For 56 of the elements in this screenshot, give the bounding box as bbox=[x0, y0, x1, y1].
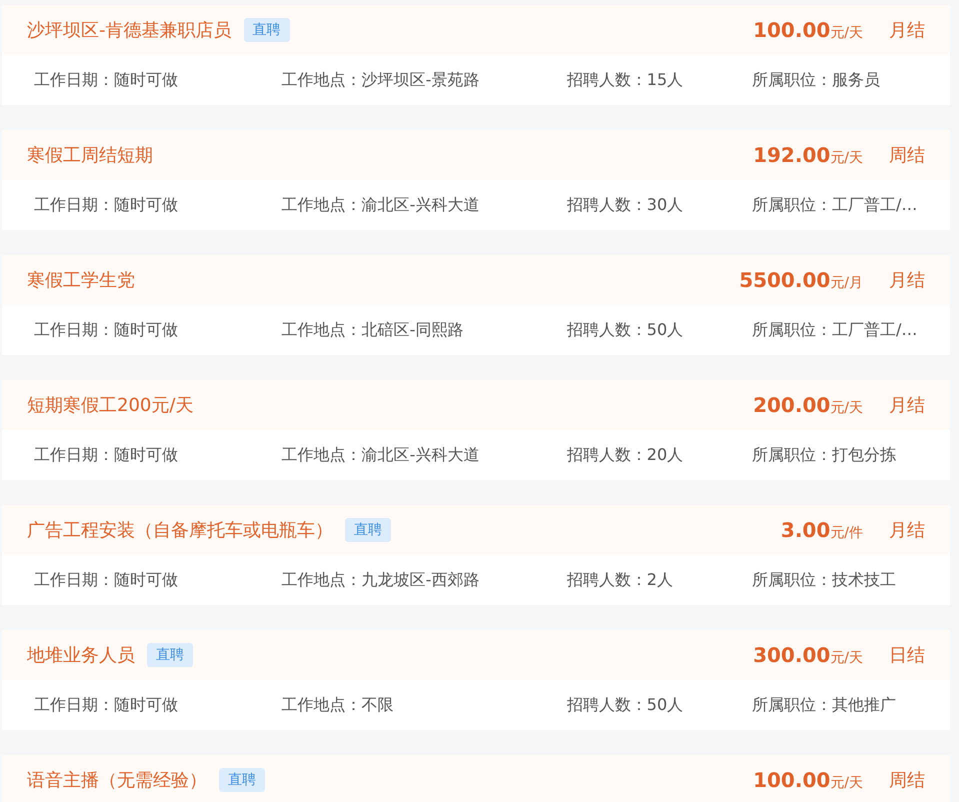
job-card[interactable]: 寒假工学生党 5500.00元/月 月结 工作日期：随时可做 工作地点：北碚区-同熙路 招聘人数：50人 所属职位：工厂普工/… bbox=[2, 255, 950, 355]
job-detail: 招聘人数：2人 bbox=[566, 569, 674, 591]
job-detail: 所属职位：其他推广 bbox=[752, 694, 897, 716]
job-detail: 招聘人数：30人 bbox=[566, 194, 684, 216]
job-detail: 所属职位：技术技工 bbox=[752, 569, 897, 591]
settlement-type: 月结 bbox=[889, 268, 925, 292]
job-title[interactable]: 寒假工周结短期 bbox=[27, 142, 153, 168]
direct-hire-tag: 直聘 bbox=[345, 518, 391, 542]
job-detail: 工作地点：沙坪坝区-景苑路 bbox=[282, 69, 480, 91]
job-title[interactable]: 语音主播（无需经验） bbox=[27, 766, 207, 794]
settlement-type: 日结 bbox=[889, 644, 925, 668]
salary: 5500.00元/月 bbox=[739, 267, 863, 294]
job-detail: 所属职位：打包分拣 bbox=[752, 444, 897, 466]
job-card[interactable]: 语音主播（无需经验） 直聘 100.00元/天 周结 bbox=[2, 755, 950, 802]
settlement-type: 周结 bbox=[889, 144, 925, 168]
job-detail: 招聘人数：20人 bbox=[566, 444, 684, 466]
settlement-type: 周结 bbox=[889, 768, 925, 792]
salary: 100.00元/天 bbox=[753, 17, 863, 44]
settlement-type: 月结 bbox=[889, 394, 925, 418]
job-title[interactable]: 广告工程安装（自备摩托车或电瓶车） bbox=[27, 516, 333, 544]
job-detail: 工作日期：随时可做 bbox=[34, 69, 179, 91]
job-detail: 所属职位：工厂普工/… bbox=[752, 319, 918, 341]
job-detail: 工作日期：随时可做 bbox=[34, 694, 179, 716]
settlement-type: 月结 bbox=[889, 518, 925, 542]
direct-hire-tag: 直聘 bbox=[147, 643, 193, 667]
job-detail: 招聘人数：50人 bbox=[566, 694, 684, 716]
job-title[interactable]: 沙坪坝区-肯德基兼职店员 bbox=[27, 16, 232, 44]
salary: 100.00元/天 bbox=[753, 767, 863, 794]
job-card[interactable]: 短期寒假工200元/天 200.00元/天 月结 工作日期：随时可做 工作地点：渝北区-兴科大道 招聘人数：20人 所属职位：打包分拣 bbox=[2, 380, 950, 480]
job-detail: 工作地点：北碚区-同熙路 bbox=[282, 319, 464, 341]
job-title[interactable]: 短期寒假工200元/天 bbox=[27, 392, 194, 418]
job-detail: 工作日期：随时可做 bbox=[34, 319, 179, 341]
job-detail: 工作地点：渝北区-兴科大道 bbox=[282, 194, 480, 216]
direct-hire-tag: 直聘 bbox=[244, 18, 290, 42]
job-detail: 工作地点：渝北区-兴科大道 bbox=[282, 444, 480, 466]
job-detail: 工作日期：随时可做 bbox=[34, 569, 179, 591]
job-title[interactable]: 寒假工学生党 bbox=[27, 266, 135, 294]
job-detail: 工作地点：九龙坡区-西郊路 bbox=[282, 569, 480, 591]
job-card[interactable]: 寒假工周结短期 192.00元/天 周结 工作日期：随时可做 工作地点：渝北区-兴科大道 招聘人数：30人 所属职位：工厂普工/… bbox=[2, 130, 950, 230]
settlement-type: 月结 bbox=[889, 18, 925, 42]
direct-hire-tag: 直聘 bbox=[219, 768, 265, 792]
job-detail: 招聘人数：15人 bbox=[566, 69, 684, 91]
job-detail: 所属职位：服务员 bbox=[752, 69, 881, 91]
job-detail: 工作日期：随时可做 bbox=[34, 194, 179, 216]
job-card[interactable]: 广告工程安装（自备摩托车或电瓶车） 直聘 3.00元/件 月结 工作日期：随时可做 工作地点：九龙坡区-西郊路 招聘人数：2人 所属职位：技术技工 bbox=[2, 505, 950, 605]
job-detail: 所属职位：工厂普工/… bbox=[752, 194, 918, 216]
salary: 300.00元/天 bbox=[753, 642, 863, 669]
salary: 3.00元/件 bbox=[780, 517, 863, 544]
salary: 192.00元/天 bbox=[753, 142, 863, 169]
salary: 200.00元/天 bbox=[753, 392, 863, 419]
job-detail: 工作地点：不限 bbox=[282, 694, 395, 716]
job-title[interactable]: 地堆业务人员 bbox=[27, 642, 135, 668]
job-detail: 招聘人数：50人 bbox=[566, 319, 684, 341]
job-detail: 工作日期：随时可做 bbox=[34, 444, 179, 466]
job-card[interactable]: 地堆业务人员 直聘 300.00元/天 日结 工作日期：随时可做 工作地点：不限 招聘人数：50人 所属职位：其他推广 bbox=[2, 630, 950, 730]
job-card[interactable]: 沙坪坝区-肯德基兼职店员 直聘 100.00元/天 月结 工作日期：随时可做 工作地点：沙坪坝区-景苑路 招聘人数：15人 所属职位：服务员 bbox=[2, 5, 950, 105]
